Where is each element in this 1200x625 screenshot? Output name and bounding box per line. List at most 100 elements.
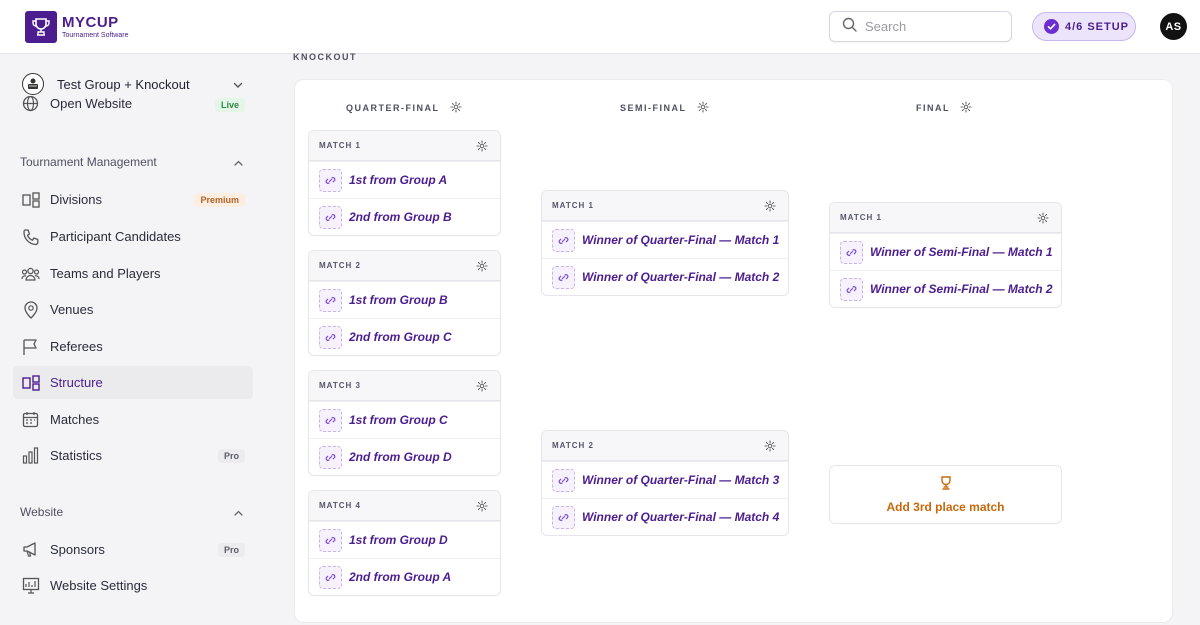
slot-label: 1st from Group A <box>349 173 448 187</box>
match-slot[interactable]: 2nd from Group D <box>309 438 500 475</box>
match-header: MATCH 1 <box>542 191 788 221</box>
match-header: MATCH 1 <box>309 131 500 161</box>
match-slot[interactable]: Winner of Quarter-Final — Match 4 <box>542 498 788 535</box>
pro-badge: Pro <box>217 543 245 557</box>
add-third-place-match-button[interactable]: Add 3rd place match <box>829 465 1062 524</box>
premium-badge: Premium <box>194 193 245 207</box>
match-slot[interactable]: Winner of Quarter-Final — Match 1 <box>542 221 788 258</box>
search-input[interactable] <box>865 19 995 34</box>
sidebar-item-label: Website Settings <box>50 578 148 593</box>
match-slot[interactable]: Winner of Semi-Final — Match 1 <box>830 233 1061 270</box>
gear-icon[interactable] <box>764 200 776 214</box>
match-header: MATCH 1 <box>830 203 1061 233</box>
gear-icon[interactable] <box>696 101 709 115</box>
match-slot[interactable]: 2nd from Group C <box>309 318 500 355</box>
sidebar-item-label: Sponsors <box>50 542 105 557</box>
tournament-selector[interactable]: Test Group + Knockout <box>22 71 246 97</box>
sidebar-item-statistics[interactable]: Statistics Pro <box>13 439 253 472</box>
sidebar-item-label: Open Website <box>50 96 133 111</box>
gear-icon[interactable] <box>1037 212 1049 226</box>
match-card-qf-2: MATCH 2 1st from Group B 2nd from Group … <box>308 250 501 356</box>
match-title: MATCH 2 <box>319 261 361 270</box>
search-box[interactable] <box>829 11 1012 42</box>
link-icon <box>552 265 575 289</box>
match-slot[interactable]: Winner of Quarter-Final — Match 3 <box>542 461 788 498</box>
live-badge: Live <box>214 98 245 112</box>
user-avatar[interactable]: AS <box>1160 13 1187 40</box>
chevron-up-icon <box>234 160 243 166</box>
check-circle-icon <box>1044 19 1059 34</box>
setup-progress-label: 4/6 SETUP <box>1065 20 1130 33</box>
link-icon <box>319 325 342 349</box>
match-slot[interactable]: 1st from Group A <box>309 161 500 198</box>
link-icon <box>319 288 342 312</box>
gear-icon[interactable] <box>764 440 776 454</box>
match-title: MATCH 1 <box>319 141 361 150</box>
sidebar-item-referees[interactable]: Referees <box>13 330 253 363</box>
link-icon <box>552 228 575 252</box>
match-title: MATCH 2 <box>552 441 594 450</box>
slot-label: 2nd from Group A <box>349 570 452 584</box>
sidebar-item-structure[interactable]: Structure <box>13 366 253 399</box>
match-title: MATCH 3 <box>319 381 361 390</box>
brand-logo[interactable]: MYCUP Tournament Software <box>25 11 129 43</box>
slot-label: Winner of Semi-Final — Match 1 <box>870 245 1053 259</box>
match-slot[interactable]: Winner of Quarter-Final — Match 2 <box>542 258 788 295</box>
sidebar-item-open-website[interactable]: Open Website Live <box>13 96 253 116</box>
settings-chart-icon <box>21 576 40 595</box>
chevron-up-icon <box>234 510 243 516</box>
sidebar-item-label: Structure <box>50 375 103 390</box>
link-icon <box>319 408 342 432</box>
match-card-qf-3: MATCH 3 1st from Group C 2nd from Group … <box>308 370 501 476</box>
gear-icon[interactable] <box>476 380 488 394</box>
round-name: QUARTER-FINAL <box>346 103 440 113</box>
match-slot[interactable]: 1st from Group D <box>309 521 500 558</box>
slot-label: 1st from Group B <box>349 293 448 307</box>
slot-label: 2nd from Group C <box>349 330 452 344</box>
tournament-name: Test Group + Knockout <box>57 76 190 92</box>
sidebar: Test Group + Knockout Open Website Live … <box>0 54 270 625</box>
sidebar-item-label: Referees <box>50 339 103 354</box>
trophy-logo-icon <box>25 11 57 43</box>
top-bar: MYCUP Tournament Software 4/6 SETUP AS <box>0 0 1200 54</box>
sidebar-item-divisions[interactable]: Divisions Premium <box>13 183 253 216</box>
match-slot[interactable]: 1st from Group B <box>309 281 500 318</box>
match-card-sf-1: MATCH 1 Winner of Quarter-Final — Match … <box>541 190 789 296</box>
sidebar-item-website-settings[interactable]: Website Settings <box>13 569 253 602</box>
gear-icon[interactable] <box>476 500 488 514</box>
round-header-final: FINAL <box>916 101 972 115</box>
slot-label: Winner of Semi-Final — Match 2 <box>870 282 1053 296</box>
match-slot[interactable]: Winner of Semi-Final — Match 2 <box>830 270 1061 307</box>
slot-label: Winner of Quarter-Final — Match 4 <box>582 510 780 524</box>
team-icon <box>21 264 40 283</box>
megaphone-icon <box>21 540 40 559</box>
gear-icon[interactable] <box>476 260 488 274</box>
match-card-qf-4: MATCH 4 1st from Group D 2nd from Group … <box>308 490 501 596</box>
slot-label: Winner of Quarter-Final — Match 3 <box>582 473 780 487</box>
location-pin-icon <box>21 300 40 319</box>
match-slot[interactable]: 2nd from Group A <box>309 558 500 595</box>
globe-icon <box>21 96 40 113</box>
section-header-website[interactable]: Website <box>20 502 246 522</box>
match-card-final-1: MATCH 1 Winner of Semi-Final — Match 1 W… <box>829 202 1062 308</box>
section-header-tournament-management[interactable]: Tournament Management <box>20 152 246 172</box>
gear-icon[interactable] <box>449 101 462 115</box>
setup-progress-button[interactable]: 4/6 SETUP <box>1032 12 1136 41</box>
sidebar-item-venues[interactable]: Venues <box>13 293 253 326</box>
chevron-down-icon[interactable] <box>232 78 244 96</box>
slot-label: 2nd from Group B <box>349 210 452 224</box>
sidebar-item-label: Venues <box>50 302 94 317</box>
bar-chart-icon <box>21 446 40 465</box>
gear-icon[interactable] <box>476 140 488 154</box>
match-slot[interactable]: 1st from Group C <box>309 401 500 438</box>
sidebar-item-sponsors[interactable]: Sponsors Pro <box>13 533 253 566</box>
sidebar-item-participant-candidates[interactable]: Participant Candidates <box>13 220 253 253</box>
sidebar-item-teams-and-players[interactable]: Teams and Players <box>13 257 253 290</box>
gear-icon[interactable] <box>960 101 972 115</box>
slot-label: Winner of Quarter-Final — Match 2 <box>582 270 780 284</box>
flag-icon <box>21 337 40 356</box>
link-icon <box>319 168 342 192</box>
sidebar-item-matches[interactable]: Matches <box>13 403 253 436</box>
round-name: SEMI-FINAL <box>620 103 687 113</box>
match-slot[interactable]: 2nd from Group B <box>309 198 500 235</box>
